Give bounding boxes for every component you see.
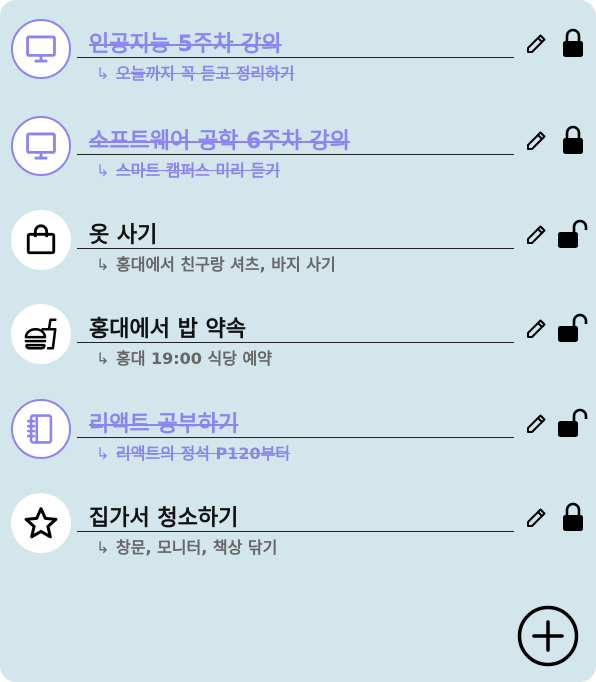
lock-open-icon — [558, 313, 588, 342]
todo-subtitle-text: 리액트의 정석 P120부터 — [116, 444, 291, 463]
todo-title: 리액트 공부하기 — [89, 412, 239, 437]
divider — [77, 248, 514, 249]
subtitle-arrow: ↳ — [96, 538, 110, 557]
todo-item[interactable]: 집가서 청소하기 ↳ 창문, 모니터, 책상 닦기 — [0, 493, 596, 587]
todo-title: 집가서 청소하기 — [89, 506, 239, 531]
star-icon — [24, 507, 58, 539]
todo-item[interactable]: 소프트웨어 공학 6주차 강의 ↳ 스마트 캠퍼스 미리 듣기 — [0, 116, 596, 210]
subtitle-arrow: ↳ — [96, 161, 110, 180]
lock-toggle-button[interactable] — [556, 214, 590, 254]
todo-avatar — [11, 19, 71, 79]
shopping-bag-icon — [26, 224, 56, 255]
subtitle-arrow: ↳ — [96, 349, 110, 368]
todo-title: 홍대에서 밥 약속 — [89, 317, 246, 342]
monitor-icon — [26, 35, 56, 63]
lock-closed-icon — [563, 28, 583, 57]
monitor-icon — [26, 132, 56, 160]
todo-subtitle: ↳ 창문, 모니터, 책상 닦기 — [96, 537, 277, 559]
edit-button[interactable] — [521, 126, 551, 156]
todo-subtitle-text: 홍대 19:00 식당 예약 — [116, 349, 272, 368]
pencil-icon — [527, 319, 546, 338]
notebook-icon — [26, 414, 53, 444]
todo-subtitle: ↳ 오늘까지 꼭 듣고 정리하기 — [96, 63, 295, 85]
lock-closed-icon — [563, 502, 583, 531]
lock-open-icon — [558, 219, 588, 248]
todo-item[interactable]: 인공지능 5주차 강의 ↳ 오늘까지 꼭 듣고 정리하기 — [0, 19, 596, 113]
todo-title: 옷 사기 — [89, 223, 158, 248]
todo-subtitle: ↳ 스마트 캠퍼스 미리 듣기 — [96, 160, 280, 182]
pencil-icon — [527, 131, 546, 150]
edit-button[interactable] — [521, 314, 551, 344]
edit-button[interactable] — [521, 503, 551, 533]
lock-toggle-button[interactable] — [556, 120, 590, 160]
todo-subtitle-text: 홍대에서 친구랑 셔츠, 바지 사기 — [116, 255, 336, 274]
edit-button[interactable] — [521, 409, 551, 439]
lock-open-icon — [558, 408, 588, 437]
edit-button[interactable] — [521, 220, 551, 250]
todo-subtitle: ↳ 홍대에서 친구랑 셔츠, 바지 사기 — [96, 254, 336, 276]
divider — [77, 57, 514, 58]
todo-avatar — [11, 116, 71, 176]
todo-title: 소프트웨어 공학 6주차 강의 — [89, 129, 350, 154]
todo-avatar — [11, 304, 71, 364]
lock-toggle-button[interactable] — [556, 403, 590, 443]
pencil-icon — [527, 225, 546, 244]
subtitle-arrow: ↳ — [96, 64, 110, 83]
todo-avatar — [11, 210, 71, 270]
divider — [77, 531, 514, 532]
todo-subtitle-text: 창문, 모니터, 책상 닦기 — [116, 538, 278, 557]
add-todo-button[interactable] — [516, 604, 580, 668]
todo-subtitle: ↳ 리액트의 정석 P120부터 — [96, 443, 290, 465]
divider — [77, 437, 514, 438]
plus-circle-icon — [517, 605, 579, 667]
pencil-icon — [527, 508, 546, 527]
todo-avatar — [11, 399, 71, 459]
pencil-icon — [527, 414, 546, 433]
subtitle-arrow: ↳ — [96, 444, 110, 463]
todo-avatar — [11, 493, 71, 553]
divider — [77, 342, 514, 343]
divider — [77, 154, 514, 155]
lock-closed-icon — [563, 125, 583, 154]
lock-toggle-button[interactable] — [556, 497, 590, 537]
pencil-icon — [527, 34, 546, 53]
todo-list-panel: 인공지능 5주차 강의 ↳ 오늘까지 꼭 듣고 정리하기 소프트웨어 공학 6주차… — [0, 0, 596, 682]
todo-item[interactable]: 리액트 공부하기 ↳ 리액트의 정석 P120부터 — [0, 399, 596, 493]
todo-subtitle-text: 스마트 캠퍼스 미리 듣기 — [116, 161, 280, 180]
todo-title: 인공지능 5주차 강의 — [89, 32, 282, 57]
lock-toggle-button[interactable] — [556, 23, 590, 63]
todo-item[interactable]: 홍대에서 밥 약속 ↳ 홍대 19:00 식당 예약 — [0, 304, 596, 398]
todo-item[interactable]: 옷 사기 ↳ 홍대에서 친구랑 셔츠, 바지 사기 — [0, 210, 596, 304]
todo-subtitle-text: 오늘까지 꼭 듣고 정리하기 — [116, 64, 295, 83]
edit-button[interactable] — [521, 29, 551, 59]
subtitle-arrow: ↳ — [96, 255, 110, 274]
fast-food-icon — [24, 318, 57, 350]
lock-toggle-button[interactable] — [556, 308, 590, 348]
todo-subtitle: ↳ 홍대 19:00 식당 예약 — [96, 348, 272, 370]
